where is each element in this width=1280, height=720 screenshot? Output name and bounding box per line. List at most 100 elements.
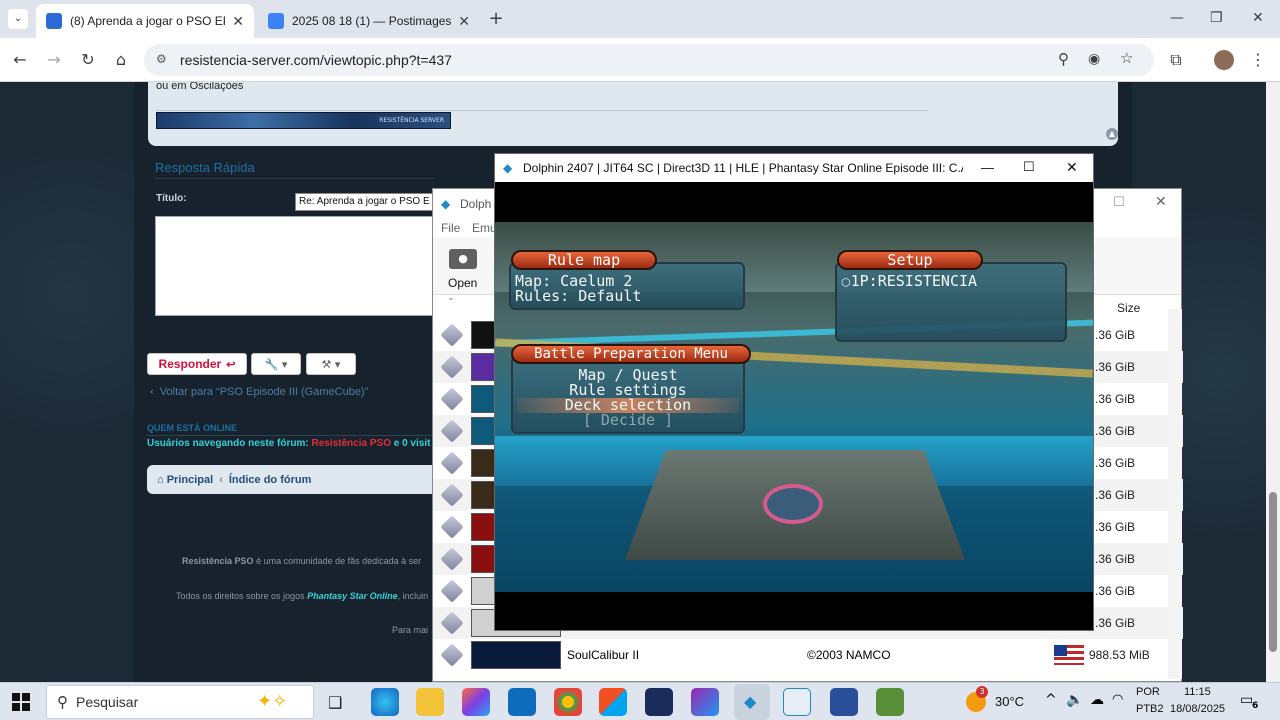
cloud-icon[interactable]: ☁ <box>1090 692 1104 708</box>
menu-kebab-icon[interactable]: ⋮ <box>1248 50 1268 70</box>
clock-time[interactable]: 11:15 <box>1184 686 1211 698</box>
window-app-icon[interactable] <box>783 688 811 716</box>
menu-file[interactable]: File <box>441 221 460 235</box>
close-window-icon[interactable]: ✕ <box>1252 10 1264 26</box>
notifications-count: 6 <box>1252 701 1259 711</box>
wifi-icon[interactable]: ◠ <box>1112 692 1123 707</box>
dolphin-game-window: ◆ Dolphin 2407 | JIT64 SC | Direct3D 11 … <box>494 153 1094 631</box>
users-browsing-line: Usuários navegando neste fórum: Resistên… <box>147 438 430 449</box>
page-scrollbar[interactable] <box>1266 82 1280 682</box>
game-app-icon[interactable] <box>645 688 673 716</box>
dolphin-taskbar-app[interactable]: ◆ <box>734 684 770 720</box>
clock-date[interactable]: 18/08/2025 <box>1170 703 1225 715</box>
menu-item-decide[interactable]: [ Decide ] <box>517 413 739 428</box>
chevron-down-icon: ▾ <box>334 357 341 371</box>
pso-bb-app-icon[interactable] <box>830 688 858 716</box>
show-hidden-icons-chevron-icon[interactable]: ^ <box>1045 692 1057 708</box>
file-explorer-icon[interactable] <box>416 688 444 716</box>
game-window-title: Dolphin 2407 | JIT64 SC | Direct3D 11 | … <box>523 161 963 175</box>
reply-button[interactable]: Responder ↩ <box>147 353 247 375</box>
minimize-icon[interactable]: — <box>1170 10 1184 26</box>
footer-text: Todos os direitos sobre os jogos <box>176 591 305 601</box>
menu-emulation[interactable]: Emu <box>472 221 497 235</box>
reload-icon[interactable]: ↻ <box>78 50 98 70</box>
banner-text: RESISTÊNCIA SERVER <box>379 117 444 124</box>
zoom-icon[interactable]: ⚲ <box>1058 50 1069 68</box>
browser-tab-bar: ⌄ (8) Aprenda a jogar o PSO EPIII ✕ 2025… <box>0 0 1280 38</box>
reply-label: Responder <box>158 357 222 371</box>
message-textarea[interactable] <box>155 216 435 316</box>
quick-reply-heading: Resposta Rápida <box>155 160 255 175</box>
language-indicator-top[interactable]: POR <box>1136 686 1160 698</box>
close-icon[interactable]: ✕ <box>1066 159 1078 176</box>
close-icon[interactable]: ✕ <box>1155 194 1167 210</box>
site-info-icon[interactable]: ⚙ <box>156 52 167 66</box>
forward-icon[interactable]: → <box>44 50 64 70</box>
tab-postimages[interactable]: 2025 08 18 (1) — Postimages ✕ <box>258 4 480 38</box>
breadcrumb: ⌂ Principal ‹ Índice do fórum <box>147 465 437 494</box>
scrollbar-thumb[interactable] <box>1269 492 1277 652</box>
online-user-link[interactable]: Resistência PSO <box>311 438 390 449</box>
dolphin-logo-icon: ◆ <box>441 197 451 211</box>
game-screen[interactable]: Map: Caelum 2 Rules: Default Rule map ⬡1… <box>495 222 1093 592</box>
gamecube-platform-icon <box>440 451 464 475</box>
back-to-forum-link[interactable]: ‹ Voltar para “PSO Episode III (GameCube… <box>150 386 368 398</box>
size-column-header[interactable]: Size <box>1117 301 1140 315</box>
new-tab-icon[interactable]: + <box>486 9 506 29</box>
sort-chevron-icon[interactable]: ⌄ <box>447 293 455 303</box>
gamecube-platform-icon <box>440 483 464 507</box>
footer-text: , incluin <box>397 591 429 601</box>
maximize-icon[interactable]: ☐ <box>1113 195 1125 210</box>
eye-off-icon[interactable]: ◉ <box>1088 50 1100 67</box>
weather-temperature[interactable]: 30°C <box>995 694 1024 709</box>
title-input[interactable]: Re: Aprenda a jogar o PSO E <box>295 193 435 211</box>
breadcrumb-home-link[interactable]: Principal <box>167 474 213 486</box>
list-item[interactable]: SoulCalibur II ©2003 NAMCO 988.53 MiB <box>433 639 1183 671</box>
game-size: .36 GiB <box>1095 424 1136 438</box>
gamecube-platform-icon <box>440 387 464 411</box>
open-disc-icon[interactable]: ● <box>449 249 477 269</box>
close-tab-icon[interactable]: ✕ <box>458 13 470 30</box>
taskbar-search-box[interactable]: ⚲ Pesquisar ✦✧ <box>46 685 314 719</box>
list-scrollbar[interactable] <box>1168 309 1182 679</box>
volume-icon[interactable]: 🔈 <box>1066 692 1083 708</box>
tools-dropdown[interactable]: 🔧 ▾ <box>251 353 301 375</box>
gamecube-platform-icon <box>440 515 464 539</box>
game-banner-thumbnail <box>471 641 561 669</box>
weather-badge: 3 <box>976 686 988 698</box>
edge-app-icon[interactable] <box>371 688 399 716</box>
store-app-icon[interactable] <box>599 688 627 716</box>
network-app-icon[interactable] <box>691 688 719 716</box>
outlook-app-icon[interactable] <box>508 688 536 716</box>
close-tab-icon[interactable]: ✕ <box>232 13 244 30</box>
back-to-top-icon[interactable]: ▲ <box>1106 128 1118 140</box>
windows-start-icon[interactable] <box>12 693 30 711</box>
copilot-app-icon[interactable] <box>462 688 490 716</box>
tab-active[interactable]: (8) Aprenda a jogar o PSO EPIII ✕ <box>36 4 254 38</box>
game-title: SoulCalibur II <box>567 648 640 662</box>
battle-menu-title: Battle Preparation Menu <box>511 344 751 364</box>
moderator-tools-dropdown[interactable]: ⚒ ▾ <box>306 353 356 375</box>
divider <box>147 435 432 436</box>
chevron-down-icon: ▾ <box>281 357 288 371</box>
bookmark-star-icon[interactable]: ☆ <box>1120 49 1133 67</box>
breadcrumb-index-link[interactable]: Índice do fórum <box>229 474 312 486</box>
chrome-app-icon[interactable] <box>554 688 582 716</box>
post-text: ou em Oscilações <box>156 82 244 92</box>
task-view-icon[interactable]: ❑ <box>328 693 342 712</box>
table-emblem-decoration <box>763 484 823 524</box>
restore-icon[interactable]: ❐ <box>1210 10 1223 26</box>
minimize-icon[interactable]: — <box>981 160 994 175</box>
back-icon[interactable]: ← <box>10 50 30 70</box>
clipboard-app-icon[interactable] <box>876 688 904 716</box>
home-icon[interactable]: ⌂ <box>111 50 131 70</box>
language-indicator-bottom[interactable]: PTB2 <box>1136 703 1164 715</box>
setup-player: 1P:RESISTENCIA <box>850 272 978 290</box>
game-size: 988.53 MiB <box>1089 648 1150 662</box>
profile-avatar[interactable] <box>1214 50 1234 70</box>
tab-search-chevron-icon[interactable]: ⌄ <box>8 9 28 29</box>
open-button-label[interactable]: Open <box>448 276 477 290</box>
address-bar[interactable]: ⚙ resistencia-server.com/viewtopic.php?t… <box>144 44 1154 76</box>
maximize-icon[interactable]: ☐ <box>1023 159 1035 175</box>
extensions-icon[interactable]: ⧉ <box>1166 50 1186 70</box>
